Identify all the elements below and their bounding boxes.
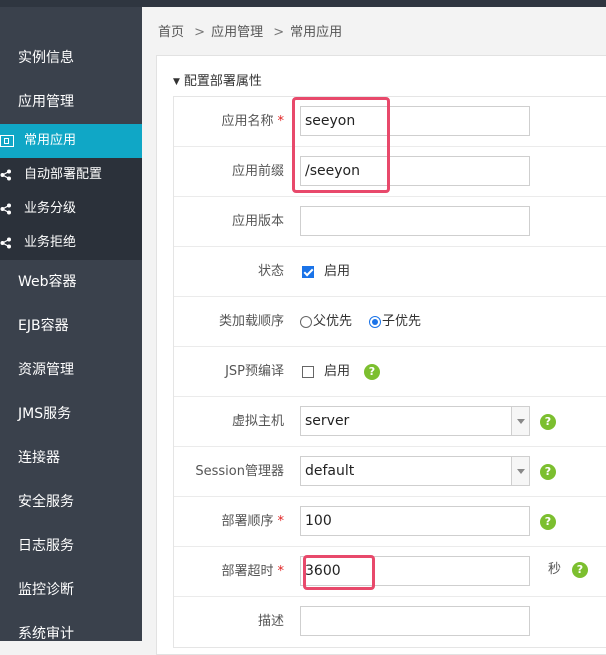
sidebar-item-connector[interactable]: 连接器 — [0, 436, 142, 480]
field-label: 应用版本 — [231, 214, 284, 229]
help-icon[interactable]: ? — [364, 364, 380, 380]
field-label: JSP预编译 — [225, 364, 284, 379]
classload-order-row: 类加载顺序 父优先 子优先 — [174, 297, 606, 347]
field-label: 类加载顺序 — [218, 314, 284, 329]
sidebar: 实例信息 应用管理 常用应用 自动部署配置 业务分级 业务拒绝 Web容器 EJ… — [0, 7, 142, 641]
app-prefix-row: 应用前缀 /seeyon — [174, 147, 606, 197]
chevron-down-icon — [511, 457, 529, 485]
parent-first-label: 父优先 — [313, 314, 353, 329]
breadcrumb: 首页 > 应用管理 > 常用应用 — [158, 21, 342, 40]
sidebar-item-log-service[interactable]: 日志服务 — [0, 524, 142, 568]
sidebar-item-resource-management[interactable]: 资源管理 — [0, 348, 142, 392]
status-checkbox[interactable] — [302, 266, 314, 278]
sidebar-item-jms-service[interactable]: JMS服务 — [0, 392, 142, 436]
status-row: 状态 启用 — [174, 247, 606, 297]
caret-down-icon: ▼ — [173, 77, 180, 87]
sidebar-item-security-service[interactable]: 安全服务 — [0, 480, 142, 524]
description-input[interactable] — [300, 606, 530, 636]
jsp-precompile-row: JSP预编译 启用 ? — [174, 347, 606, 397]
description-row: 描述 — [174, 597, 606, 647]
jsp-precompile-checkbox[interactable] — [302, 366, 314, 378]
field-label: 部署超时 * — [221, 564, 285, 579]
session-manager-row: Session管理器 default ? — [174, 447, 606, 497]
field-label: 应用名称 * — [221, 114, 285, 129]
share-icon — [0, 169, 11, 181]
deploy-order-row: 部署顺序 * 100 ? — [174, 497, 606, 547]
help-icon[interactable]: ? — [540, 414, 556, 430]
parent-first-radio[interactable] — [300, 316, 312, 328]
field-label: Session管理器 — [195, 464, 284, 479]
field-label: 虚拟主机 — [231, 414, 284, 429]
breadcrumb-separator: > — [194, 25, 206, 40]
help-icon[interactable]: ? — [572, 562, 588, 578]
sidebar-item-ejb-container[interactable]: EJB容器 — [0, 304, 142, 348]
required-mark: * — [277, 114, 285, 129]
required-mark: * — [277, 564, 285, 579]
help-icon[interactable]: ? — [540, 464, 556, 480]
app-version-row: 应用版本 — [174, 197, 606, 247]
app-name-row: 应用名称 * seeyon — [174, 97, 606, 147]
deploy-timeout-row: 部署超时 * 3600 秒 ? — [174, 547, 606, 597]
sidebar-item-system-audit[interactable]: 系统审计 — [0, 612, 142, 641]
deploy-order-input[interactable]: 100 — [300, 506, 530, 536]
sidebar-item-auto-deploy[interactable]: 自动部署配置 — [0, 158, 142, 192]
share-icon — [0, 237, 11, 249]
panel-title[interactable]: ▼ 配置部署属性 — [173, 70, 262, 89]
jsp-option-label: 启用 — [324, 364, 351, 379]
required-mark: * — [277, 514, 285, 529]
app-version-input[interactable] — [300, 206, 530, 236]
help-icon[interactable]: ? — [540, 514, 556, 530]
chevron-down-icon — [511, 407, 529, 435]
session-manager-select[interactable]: default — [300, 456, 530, 486]
sidebar-item-business-level[interactable]: 业务分级 — [0, 192, 142, 226]
breadcrumb-home[interactable]: 首页 — [158, 25, 184, 40]
top-bar — [0, 0, 606, 7]
share-icon — [0, 203, 11, 215]
breadcrumb-current: 常用应用 — [290, 25, 343, 40]
seconds-unit: 秒 — [548, 562, 562, 577]
sidebar-item-common-apps[interactable]: 常用应用 — [0, 124, 142, 158]
sidebar-item-business-reject[interactable]: 业务拒绝 — [0, 226, 142, 260]
sidebar-item-web-container[interactable]: Web容器 — [0, 260, 142, 304]
highlight-box — [303, 555, 375, 590]
breadcrumb-separator: > — [273, 25, 285, 40]
virtual-host-select[interactable]: server — [300, 406, 530, 436]
status-option-label: 启用 — [324, 264, 351, 279]
sidebar-item-instance-info[interactable]: 实例信息 — [0, 36, 142, 80]
highlight-box — [292, 97, 390, 193]
field-label: 部署顺序 * — [221, 514, 285, 529]
field-label: 状态 — [257, 264, 284, 279]
app-window-icon — [0, 135, 14, 147]
sidebar-item-app-management[interactable]: 应用管理 — [0, 80, 142, 124]
field-label: 描述 — [257, 614, 284, 629]
virtual-host-row: 虚拟主机 server ? — [174, 397, 606, 447]
child-first-radio[interactable] — [369, 316, 381, 328]
field-label: 应用前缀 — [231, 164, 284, 179]
breadcrumb-app-management[interactable]: 应用管理 — [211, 25, 263, 40]
sidebar-item-monitor-diagnosis[interactable]: 监控诊断 — [0, 568, 142, 612]
child-first-label: 子优先 — [382, 314, 422, 329]
